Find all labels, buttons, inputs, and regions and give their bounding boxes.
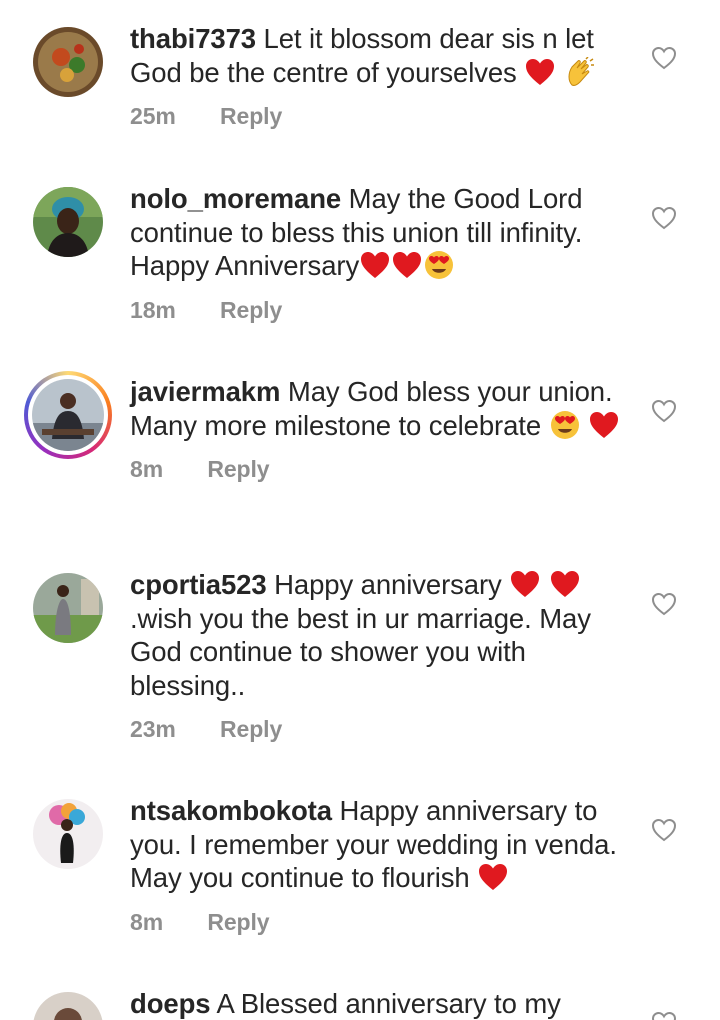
comment-username[interactable]: cportia523 [130, 569, 267, 600]
heart-eyes-emoji-icon [549, 410, 581, 440]
comment-meta: 8m Reply [130, 454, 630, 484]
avatar[interactable] [33, 187, 103, 257]
red-heart-emoji-icon [509, 569, 541, 599]
reply-button[interactable]: Reply [207, 454, 269, 484]
comment-text: .wish you the best in ur marriage. May G… [130, 602, 591, 701]
comment-timestamp: 25m [130, 103, 176, 129]
red-heart-emoji-icon [549, 569, 581, 599]
reply-button[interactable]: Reply [220, 714, 282, 744]
like-heart-icon[interactable] [651, 1011, 677, 1020]
comment-timestamp: 18m [130, 296, 176, 323]
comment-timestamp: 8m [130, 456, 164, 482]
like-heart-icon[interactable] [651, 399, 677, 423]
reply-button[interactable]: Reply [220, 295, 282, 325]
avatar[interactable] [33, 799, 103, 869]
comment-text: A Blessed anniversary to my [216, 988, 561, 1019]
red-heart-emoji-icon [524, 57, 556, 87]
comment-meta: 18m Reply [130, 295, 630, 325]
avatar[interactable] [33, 992, 103, 1020]
comment-body: doeps A Blessed anniversary to my [130, 987, 630, 1020]
red-heart-emoji-icon [588, 410, 620, 440]
comment-meta: 23m Reply [130, 714, 630, 744]
comment-username[interactable]: ntsakombokota [130, 795, 332, 826]
avatar[interactable] [24, 371, 112, 459]
comment-timestamp: 8m [130, 908, 164, 935]
comment-body: ntsakombokota Happy anniversary to you. … [130, 794, 630, 937]
red-heart-emoji-icon [391, 250, 423, 280]
comments-list: thabi7373 Let it blossom dear sis n let … [0, 0, 720, 1020]
like-heart-icon[interactable] [651, 206, 677, 230]
comment-body: thabi7373 Let it blossom dear sis n let … [130, 22, 630, 131]
comment-body: nolo_moremane May the Good Lord continue… [130, 182, 630, 325]
like-heart-icon[interactable] [651, 592, 677, 616]
clapping-hands-emoji-icon [564, 56, 596, 87]
reply-button[interactable]: Reply [207, 907, 269, 937]
like-heart-icon[interactable] [651, 46, 677, 70]
comment-timestamp: 23m [130, 716, 176, 742]
like-heart-icon[interactable] [651, 818, 677, 842]
comment-meta: 25m Reply [130, 101, 630, 131]
comment-username[interactable]: doeps [130, 988, 211, 1019]
avatar[interactable] [33, 27, 103, 97]
comment-body: cportia523 Happy anniversary .wish you t… [130, 568, 630, 744]
reply-button[interactable]: Reply [220, 101, 282, 131]
avatar-image [32, 379, 104, 451]
comment-body: javiermakm May God bless your union. Man… [130, 375, 630, 484]
comment-username[interactable]: javiermakm [130, 376, 280, 407]
comment-username[interactable]: nolo_moremane [130, 183, 341, 214]
comment-username[interactable]: thabi7373 [130, 23, 256, 54]
red-heart-emoji-icon [477, 862, 509, 892]
avatar[interactable] [33, 573, 103, 643]
comment-text: Happy anniversary [274, 569, 502, 600]
red-heart-emoji-icon [359, 250, 391, 280]
heart-eyes-emoji-icon [423, 250, 455, 280]
comment-meta: 8m Reply [130, 907, 630, 937]
